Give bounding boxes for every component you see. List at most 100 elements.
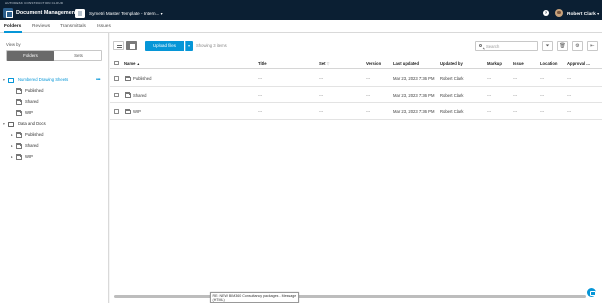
chat-support-button[interactable]: [587, 288, 596, 297]
folder-icon: [125, 75, 131, 81]
select-all-checkbox[interactable]: [114, 60, 119, 66]
upload-files-button[interactable]: Upload files: [145, 40, 184, 51]
folder-icon: [125, 92, 131, 98]
top-navigation-bar: Document Management ▾ Symetri Master Tem…: [0, 6, 602, 20]
trash-icon: 🗑: [559, 42, 566, 49]
column-header-issue[interactable]: Issue: [513, 61, 524, 66]
grid-view-button[interactable]: [126, 41, 137, 50]
column-header-set[interactable]: Set ▽: [319, 61, 329, 66]
app-switcher-icon[interactable]: [3, 8, 13, 18]
column-header-markup[interactable]: Markup: [487, 61, 502, 66]
row-updated-by: Robert Clark: [440, 92, 464, 98]
chevron-right-icon[interactable]: ▸: [11, 142, 13, 150]
module-selector[interactable]: Document Management ▾: [16, 10, 80, 16]
filter-icon[interactable]: ▽: [327, 62, 330, 66]
project-selector[interactable]: Symetri Master Template - Intern... ▾: [89, 11, 163, 16]
item-count: Showing 3 items: [196, 43, 227, 48]
folder-icon: [16, 154, 22, 160]
list-view-button[interactable]: [113, 41, 124, 50]
row-approval: ---: [567, 109, 572, 114]
row-last-updated: Mar 23, 2023 7:36 PM: [393, 109, 435, 114]
chevron-right-icon[interactable]: ▸: [11, 131, 13, 139]
tree-item-numbered-drawing-sheets[interactable]: ▾ Numbered Drawing Sheets: [3, 76, 107, 84]
row-updated-by: Robert Clark: [440, 109, 464, 114]
view-by-label: View by: [6, 42, 21, 47]
help-icon[interactable]: ?: [543, 10, 549, 16]
tree-item-label: Shared: [25, 99, 39, 104]
upload-options-button[interactable]: ▾: [184, 40, 193, 51]
project-folder-icon: [8, 121, 14, 127]
folder-icon: [16, 88, 22, 94]
row-checkbox[interactable]: [114, 92, 119, 98]
column-header-location[interactable]: Location: [540, 61, 557, 66]
table-header: Name ▲ Title Set ▽ Version Last updated …: [110, 57, 602, 69]
column-header-updated-by[interactable]: Updated by: [440, 61, 463, 66]
more-options-icon[interactable]: •••: [96, 77, 100, 83]
chevron-down-icon[interactable]: ▾: [3, 120, 5, 128]
project-folder-icon: [8, 77, 14, 83]
column-header-title[interactable]: Title: [258, 61, 267, 66]
search-input[interactable]: Search: [475, 40, 538, 51]
filter-icon: ⏷: [545, 42, 550, 49]
file-browser: Upload files ▾ Showing 3 items Search ⏷ …: [110, 33, 602, 303]
row-name[interactable]: Shared: [133, 93, 147, 98]
horizontal-scrollbar[interactable]: [114, 295, 586, 298]
row-version: ---: [366, 76, 371, 81]
folder-icon: [125, 108, 131, 114]
row-location: ---: [540, 76, 545, 81]
sort-ascending-icon: ▲: [136, 61, 140, 66]
folder-sidebar: View by Folders Sets ▾ Numbered Drawing …: [0, 33, 109, 303]
folder-icon: [16, 110, 22, 116]
row-version: ---: [366, 92, 371, 98]
row-checkbox[interactable]: [114, 76, 119, 81]
table-row[interactable]: WIP --- --- --- Mar 23, 2023 7:36 PM Rob…: [110, 104, 602, 120]
filter-button[interactable]: ⏷: [542, 40, 553, 51]
tree-item-label: Shared: [25, 143, 39, 148]
row-last-updated: Mar 23, 2023 7:36 PM: [393, 76, 435, 81]
chevron-down-icon[interactable]: ▾: [3, 76, 5, 84]
row-location: ---: [540, 92, 545, 98]
avatar[interactable]: [555, 9, 563, 17]
tab-issues[interactable]: Issues: [97, 24, 111, 29]
row-markup: ---: [487, 109, 492, 114]
view-by-folders-button[interactable]: Folders: [7, 51, 54, 61]
table-row[interactable]: Published --- --- --- Mar 23, 2023 7:36 …: [110, 71, 602, 87]
column-header-name[interactable]: Name ▲: [124, 61, 140, 66]
table-row[interactable]: Shared --- --- --- Mar 23, 2023 7:36 PM …: [110, 87, 602, 103]
settings-button[interactable]: ⚙: [572, 40, 583, 51]
view-by-sets-button[interactable]: Sets: [55, 51, 102, 61]
search-icon: [479, 43, 483, 48]
delete-button[interactable]: 🗑: [557, 40, 568, 51]
folder-icon: [16, 99, 22, 105]
column-header-last-updated[interactable]: Last updated: [393, 61, 419, 66]
list-view-icon: [117, 44, 122, 49]
tab-folders[interactable]: Folders: [4, 24, 21, 29]
row-approval: ---: [567, 92, 572, 98]
folder-icon: [16, 143, 22, 149]
export-button[interactable]: ⇤: [587, 40, 598, 51]
module-tabs: Folders Reviews Transmittals Issues: [0, 20, 602, 33]
row-name[interactable]: WIP: [133, 109, 141, 114]
tree-item-label: Numbered Drawing Sheets: [18, 77, 69, 82]
search-placeholder: Search: [486, 44, 500, 50]
project-thumbnail-icon[interactable]: [75, 8, 85, 18]
grid-view-icon: [130, 44, 135, 49]
tree-item-label: Published: [25, 88, 44, 93]
chevron-right-icon[interactable]: ▸: [11, 153, 13, 161]
tab-transmittals[interactable]: Transmittals: [60, 24, 86, 29]
column-header-version[interactable]: Version: [366, 61, 381, 66]
export-icon: ⇤: [590, 42, 595, 49]
row-checkbox[interactable]: [114, 109, 119, 114]
row-set: ---: [319, 76, 324, 81]
tree-item-label: Data and Docs: [18, 121, 46, 126]
row-approval: ---: [567, 76, 572, 81]
column-header-approval[interactable]: Approval ...: [567, 61, 590, 66]
tab-reviews[interactable]: Reviews: [32, 24, 50, 29]
row-markup: ---: [487, 92, 492, 98]
tree-item-label: WIP: [25, 154, 33, 159]
row-updated-by: Robert Clark: [440, 76, 464, 81]
row-title: ---: [258, 76, 263, 81]
tree-item-data-and-docs[interactable]: ▾ Data and Docs: [3, 120, 83, 128]
user-menu[interactable]: Robert Clark ▾: [567, 11, 599, 17]
row-name[interactable]: Published: [133, 76, 151, 81]
